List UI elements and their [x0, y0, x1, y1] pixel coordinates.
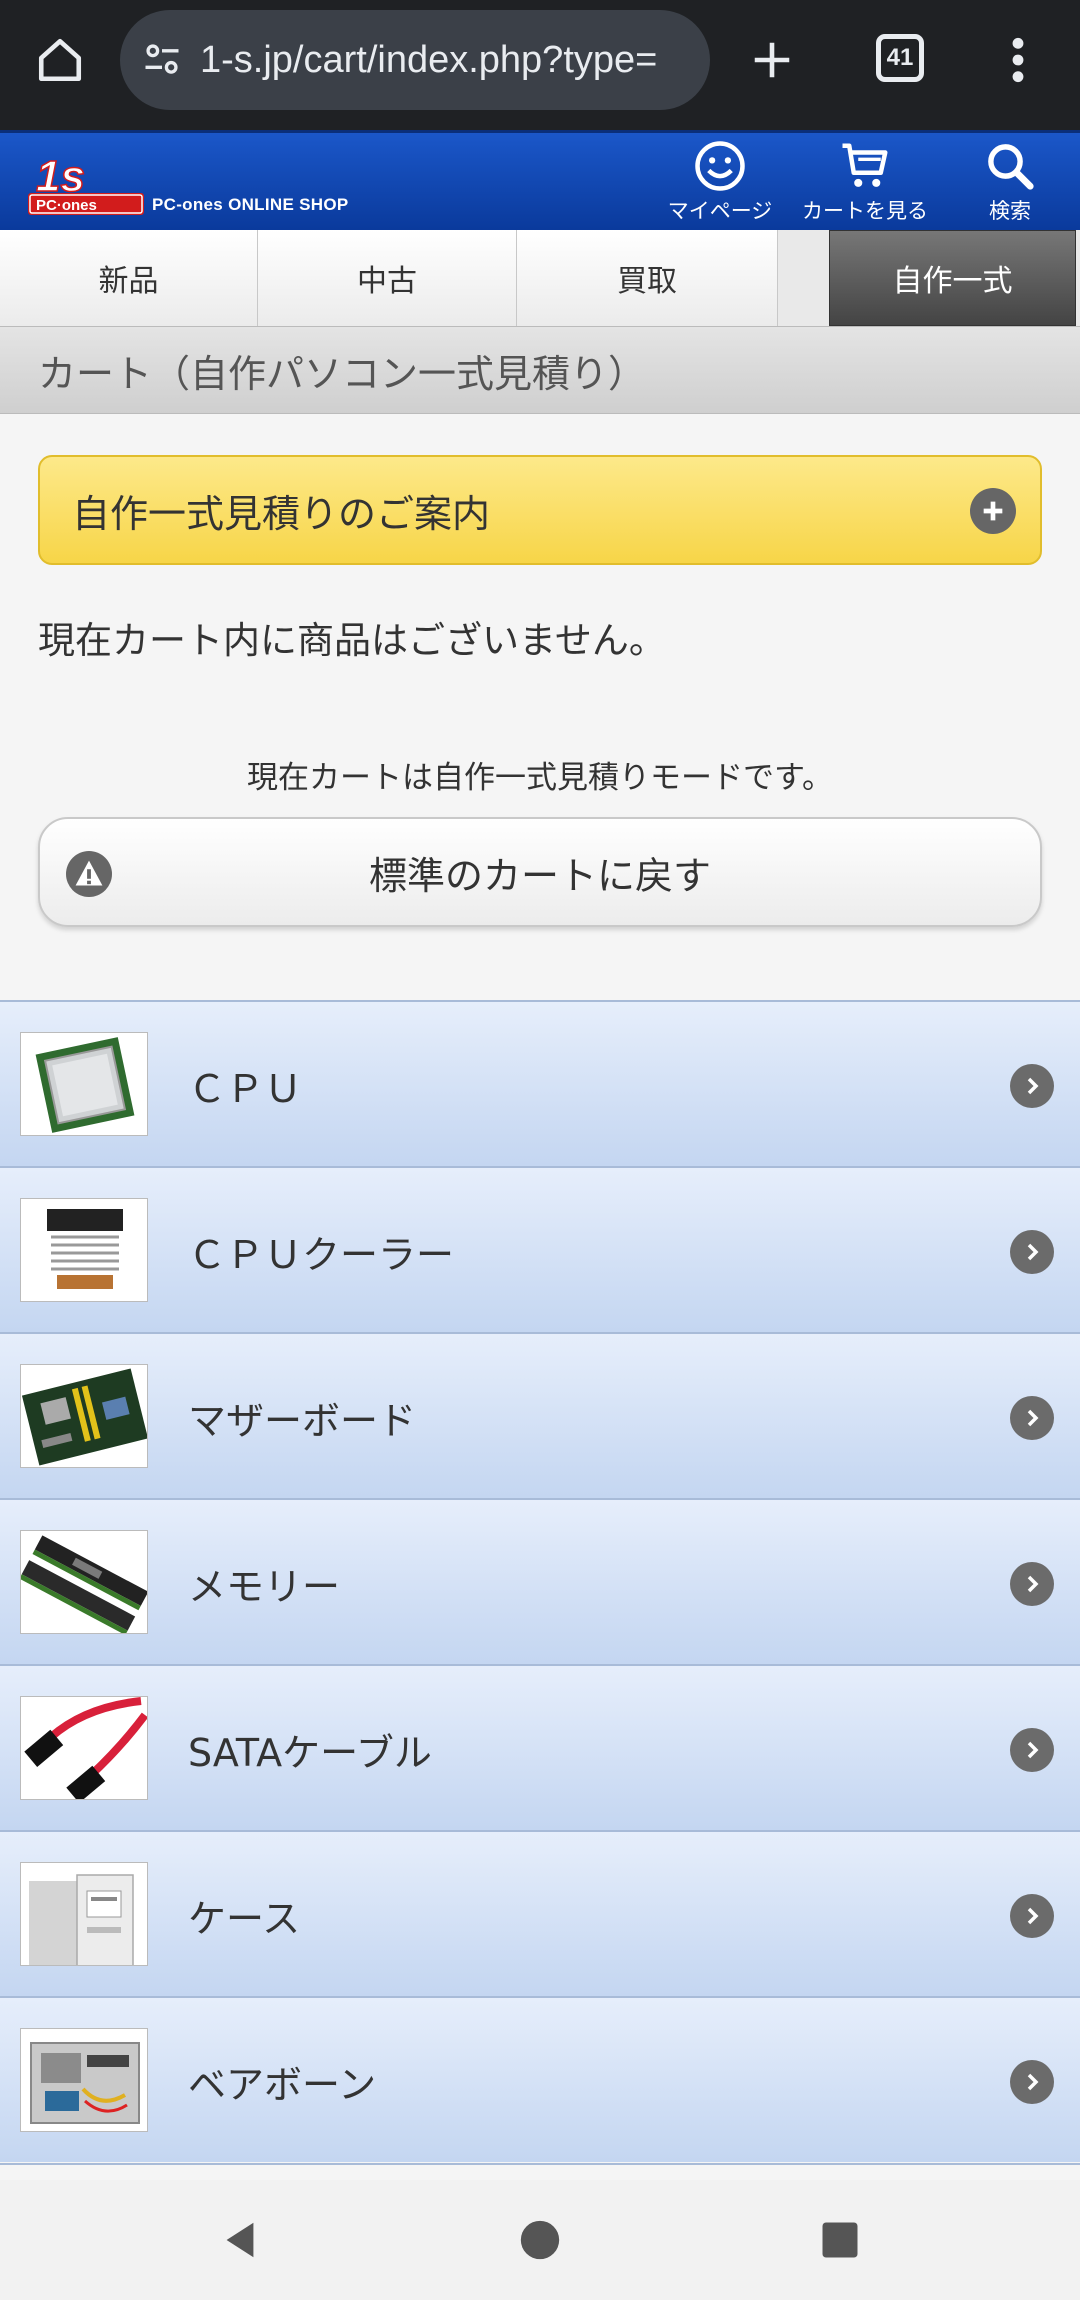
- part-label: SATAケーブル: [188, 1730, 432, 1775]
- list-item-barebone[interactable]: ベアボーン: [0, 1996, 1080, 2162]
- home-button[interactable]: [28, 28, 92, 92]
- logo-image: 1s PC·ones: [28, 151, 144, 215]
- list-item-cpu-cooler[interactable]: ＣＰＵクーラー: [0, 1166, 1080, 1332]
- back-triangle-icon: [226, 2222, 254, 2258]
- nav-recents-button[interactable]: [810, 2210, 870, 2270]
- cpu-image: [20, 1032, 148, 1136]
- search-button[interactable]: 検索: [945, 139, 1075, 231]
- home-circle-icon: [520, 2220, 560, 2260]
- mypage-button[interactable]: マイページ: [655, 139, 785, 231]
- expand-plus-icon: [970, 488, 1016, 534]
- cart-label: カートを見る: [802, 199, 928, 223]
- address-bar[interactable]: 1-s.jp/cart/index.php?type=: [120, 10, 710, 110]
- part-label: ケース: [188, 1896, 301, 1941]
- tab-custom-build[interactable]: 自作一式: [829, 230, 1076, 326]
- empty-cart-message: 現在カート内に商品はございません。: [38, 619, 666, 662]
- home-icon: [38, 38, 82, 82]
- new-tab-button[interactable]: [740, 28, 804, 92]
- browser-menu-button[interactable]: [990, 28, 1046, 92]
- chevron-right-icon: [1010, 2060, 1054, 2104]
- chevron-right-icon: [1010, 1728, 1054, 1772]
- category-tabs: 新品 中古 買取 自作一式: [0, 230, 1080, 326]
- sata-cable-image: [20, 1696, 148, 1800]
- chevron-right-icon: [1010, 1396, 1054, 1440]
- back-to-standard-cart-button[interactable]: 標準のカートに戻す: [38, 817, 1042, 927]
- guide-accordion[interactable]: 自作一式見積りのご案内: [38, 455, 1042, 565]
- list-item-cpu[interactable]: ＣＰＵ: [0, 1000, 1080, 1166]
- recents-square-icon: [822, 2222, 858, 2258]
- warning-icon: [66, 851, 112, 897]
- cpu-cooler-image: [20, 1198, 148, 1302]
- nav-back-button[interactable]: [210, 2210, 270, 2270]
- tab-new[interactable]: 新品: [0, 230, 258, 326]
- part-label: ベアボーン: [188, 2062, 377, 2107]
- memory-image: [20, 1530, 148, 1634]
- tab-used[interactable]: 中古: [258, 230, 517, 326]
- system-nav-bar: [0, 2180, 1080, 2300]
- page-title: カート（自作パソコン一式見積り）: [0, 326, 1080, 414]
- svg-text:1s: 1s: [36, 152, 85, 201]
- site-header: 1s PC·ones PC-ones ONLINE SHOP マイページ カート…: [0, 130, 1080, 230]
- part-label: マザーボード: [188, 1398, 417, 1443]
- barebone-image: [20, 2028, 148, 2132]
- cart-icon: [842, 143, 888, 187]
- chevron-right-icon: [1010, 1562, 1054, 1606]
- url-text: 1-s.jp/cart/index.php?type=: [200, 38, 658, 81]
- mypage-label: マイページ: [667, 199, 773, 223]
- list-item-memory[interactable]: メモリー: [0, 1498, 1080, 1664]
- more-vert-icon: [1012, 37, 1024, 83]
- smiley-icon: [695, 141, 745, 191]
- parts-category-list: ＣＰＵ ＣＰＵクーラー マザーボード メモリー SATAケーブル ケース ベアボ…: [0, 1000, 1080, 2162]
- back-button-label: 標準のカートに戻す: [368, 853, 711, 898]
- chevron-right-icon: [1010, 1894, 1054, 1938]
- list-item-motherboard[interactable]: マザーボード: [0, 1332, 1080, 1498]
- plus-icon: [754, 42, 790, 78]
- search-label: 検索: [989, 199, 1031, 223]
- chevron-right-icon: [1010, 1064, 1054, 1108]
- part-label: ＣＰＵ: [188, 1066, 303, 1111]
- svg-text:PC·ones: PC·ones: [36, 197, 97, 214]
- nav-home-button[interactable]: [510, 2210, 570, 2270]
- chevron-right-icon: [1010, 1230, 1054, 1274]
- view-cart-button[interactable]: カートを見る: [800, 139, 930, 231]
- list-divider: [0, 2163, 1080, 2165]
- part-label: ＣＰＵクーラー: [188, 1232, 455, 1277]
- site-settings-icon[interactable]: [140, 38, 184, 82]
- tab-buyback[interactable]: 買取: [517, 230, 778, 326]
- guide-label: 自作一式見積りのご案内: [72, 491, 491, 536]
- case-image: [20, 1862, 148, 1966]
- tab-count: 41: [876, 34, 924, 82]
- logo-text: PC-ones ONLINE SHOP: [152, 195, 349, 214]
- tab-switcher-button[interactable]: 41: [868, 26, 932, 90]
- site-logo[interactable]: 1s PC·ones: [26, 145, 146, 221]
- motherboard-image: [20, 1364, 148, 1468]
- list-item-case[interactable]: ケース: [0, 1830, 1080, 1996]
- browser-toolbar: 1-s.jp/cart/index.php?type= 41: [0, 0, 1080, 130]
- part-label: メモリー: [188, 1564, 341, 1609]
- cart-mode-message: 現在カートは自作一式見積りモードです。: [247, 760, 833, 796]
- search-icon: [988, 144, 1034, 190]
- list-item-sata-cable[interactable]: SATAケーブル: [0, 1664, 1080, 1830]
